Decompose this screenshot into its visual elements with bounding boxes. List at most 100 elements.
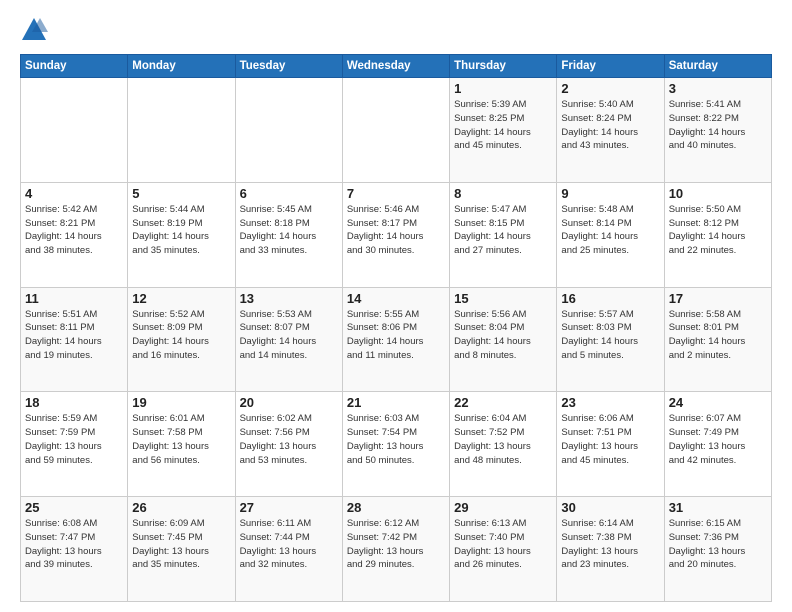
cell-content: Sunrise: 5:51 AMSunset: 8:11 PMDaylight:… [25,308,123,363]
calendar-cell: 30Sunrise: 6:14 AMSunset: 7:38 PMDayligh… [557,497,664,602]
calendar-cell: 17 Sunrise: 5:58 AMSunset: 8:01 PMDayligh… [664,287,771,392]
calendar-cell: 16 Sunrise: 5:57 AMSunset: 8:03 PMDayligh… [557,287,664,392]
calendar-cell: 6Sunrise: 5:45 AMSunset: 8:18 PMDaylight… [235,182,342,287]
cell-content: Sunrise: 6:15 AMSunset: 7:36 PMDaylight:… [669,517,767,572]
day-number: 21 [347,395,445,410]
day-number: 18 [25,395,123,410]
day-number: 14 [347,291,445,306]
calendar-cell: 2Sunrise: 5:40 AMSunset: 8:24 PMDaylight… [557,78,664,183]
page: SundayMondayTuesdayWednesdayThursdayFrid… [0,0,792,612]
cell-content: Sunrise: 5:59 AMSunset: 7:59 PMDaylight:… [25,412,123,467]
calendar-header-wednesday: Wednesday [342,55,449,78]
day-number: 17 [669,291,767,306]
cell-content: Sunrise: 5:48 AMSunset: 8:14 PMDaylight:… [561,203,659,258]
cell-content: Sunrise: 6:08 AMSunset: 7:47 PMDaylight:… [25,517,123,572]
cell-content: Sunrise: 5:41 AMSunset: 8:22 PMDaylight:… [669,98,767,153]
day-number: 26 [132,500,230,515]
calendar-week-2: 11 Sunrise: 5:51 AMSunset: 8:11 PMDayligh… [21,287,772,392]
cell-content: Sunrise: 5:47 AMSunset: 8:15 PMDaylight:… [454,203,552,258]
cell-content: Sunrise: 6:11 AMSunset: 7:44 PMDaylight:… [240,517,338,572]
day-number: 28 [347,500,445,515]
day-number: 19 [132,395,230,410]
day-number: 8 [454,186,552,201]
day-number: 27 [240,500,338,515]
cell-content: Sunrise: 6:06 AMSunset: 7:51 PMDaylight:… [561,412,659,467]
calendar-cell: 29 Sunrise: 6:13 AMSunset: 7:40 PMDayligh… [450,497,557,602]
calendar-week-0: 1 Sunrise: 5:39 AMSunset: 8:25 PMDaylight… [21,78,772,183]
calendar-cell: 20Sunrise: 6:02 AMSunset: 7:56 PMDayligh… [235,392,342,497]
logo-icon [20,16,48,44]
header [20,16,772,44]
calendar-cell: 9 Sunrise: 5:48 AMSunset: 8:14 PMDaylight… [557,182,664,287]
cell-content: Sunrise: 5:52 AMSunset: 8:09 PMDaylight:… [132,308,230,363]
cell-content: Sunrise: 6:03 AMSunset: 7:54 PMDaylight:… [347,412,445,467]
day-number: 10 [669,186,767,201]
calendar-week-4: 25Sunrise: 6:08 AMSunset: 7:47 PMDayligh… [21,497,772,602]
cell-content: Sunrise: 6:01 AMSunset: 7:58 PMDaylight:… [132,412,230,467]
day-number: 7 [347,186,445,201]
calendar-header-tuesday: Tuesday [235,55,342,78]
calendar-header-thursday: Thursday [450,55,557,78]
day-number: 29 [454,500,552,515]
day-number: 30 [561,500,659,515]
calendar-table: SundayMondayTuesdayWednesdayThursdayFrid… [20,54,772,602]
calendar-cell: 3 Sunrise: 5:41 AMSunset: 8:22 PMDaylight… [664,78,771,183]
calendar-cell: 15Sunrise: 5:56 AMSunset: 8:04 PMDayligh… [450,287,557,392]
calendar-header-row: SundayMondayTuesdayWednesdayThursdayFrid… [21,55,772,78]
calendar-cell: 5 Sunrise: 5:44 AMSunset: 8:19 PMDaylight… [128,182,235,287]
logo [20,16,52,44]
day-number: 31 [669,500,767,515]
day-number: 9 [561,186,659,201]
day-number: 12 [132,291,230,306]
calendar-cell: 12 Sunrise: 5:52 AMSunset: 8:09 PMDayligh… [128,287,235,392]
cell-content: Sunrise: 6:07 AMSunset: 7:49 PMDaylight:… [669,412,767,467]
calendar-cell: 19 Sunrise: 6:01 AMSunset: 7:58 PMDayligh… [128,392,235,497]
cell-content: Sunrise: 6:04 AMSunset: 7:52 PMDaylight:… [454,412,552,467]
calendar-cell [342,78,449,183]
calendar-cell [21,78,128,183]
day-number: 2 [561,81,659,96]
cell-content: Sunrise: 6:09 AMSunset: 7:45 PMDaylight:… [132,517,230,572]
day-number: 6 [240,186,338,201]
day-number: 16 [561,291,659,306]
calendar-cell: 11 Sunrise: 5:51 AMSunset: 8:11 PMDayligh… [21,287,128,392]
cell-content: Sunrise: 5:50 AMSunset: 8:12 PMDaylight:… [669,203,767,258]
calendar-cell: 22 Sunrise: 6:04 AMSunset: 7:52 PMDayligh… [450,392,557,497]
cell-content: Sunrise: 5:55 AMSunset: 8:06 PMDaylight:… [347,308,445,363]
calendar-header-saturday: Saturday [664,55,771,78]
cell-content: Sunrise: 6:02 AMSunset: 7:56 PMDaylight:… [240,412,338,467]
calendar-cell: 7 Sunrise: 5:46 AMSunset: 8:17 PMDaylight… [342,182,449,287]
cell-content: Sunrise: 5:56 AMSunset: 8:04 PMDaylight:… [454,308,552,363]
day-number: 4 [25,186,123,201]
calendar-cell [128,78,235,183]
day-number: 24 [669,395,767,410]
cell-content: Sunrise: 5:53 AMSunset: 8:07 PMDaylight:… [240,308,338,363]
calendar-cell: 8 Sunrise: 5:47 AMSunset: 8:15 PMDaylight… [450,182,557,287]
calendar-cell: 31 Sunrise: 6:15 AMSunset: 7:36 PMDayligh… [664,497,771,602]
calendar-cell: 28Sunrise: 6:12 AMSunset: 7:42 PMDayligh… [342,497,449,602]
day-number: 5 [132,186,230,201]
cell-content: Sunrise: 5:46 AMSunset: 8:17 PMDaylight:… [347,203,445,258]
cell-content: Sunrise: 5:57 AMSunset: 8:03 PMDaylight:… [561,308,659,363]
cell-content: Sunrise: 5:42 AMSunset: 8:21 PMDaylight:… [25,203,123,258]
cell-content: Sunrise: 5:44 AMSunset: 8:19 PMDaylight:… [132,203,230,258]
cell-content: Sunrise: 5:58 AMSunset: 8:01 PMDaylight:… [669,308,767,363]
day-number: 23 [561,395,659,410]
calendar-week-1: 4 Sunrise: 5:42 AMSunset: 8:21 PMDaylight… [21,182,772,287]
calendar-cell: 27 Sunrise: 6:11 AMSunset: 7:44 PMDayligh… [235,497,342,602]
day-number: 3 [669,81,767,96]
calendar-cell: 26 Sunrise: 6:09 AMSunset: 7:45 PMDayligh… [128,497,235,602]
cell-content: Sunrise: 6:13 AMSunset: 7:40 PMDaylight:… [454,517,552,572]
day-number: 1 [454,81,552,96]
calendar-week-3: 18 Sunrise: 5:59 AMSunset: 7:59 PMDayligh… [21,392,772,497]
calendar-cell: 21 Sunrise: 6:03 AMSunset: 7:54 PMDayligh… [342,392,449,497]
day-number: 11 [25,291,123,306]
calendar-header-friday: Friday [557,55,664,78]
day-number: 13 [240,291,338,306]
calendar-cell: 4 Sunrise: 5:42 AMSunset: 8:21 PMDaylight… [21,182,128,287]
calendar-cell: 23 Sunrise: 6:06 AMSunset: 7:51 PMDayligh… [557,392,664,497]
cell-content: Sunrise: 5:39 AMSunset: 8:25 PMDaylight:… [454,98,552,153]
calendar-cell: 18 Sunrise: 5:59 AMSunset: 7:59 PMDayligh… [21,392,128,497]
calendar-cell [235,78,342,183]
day-number: 22 [454,395,552,410]
